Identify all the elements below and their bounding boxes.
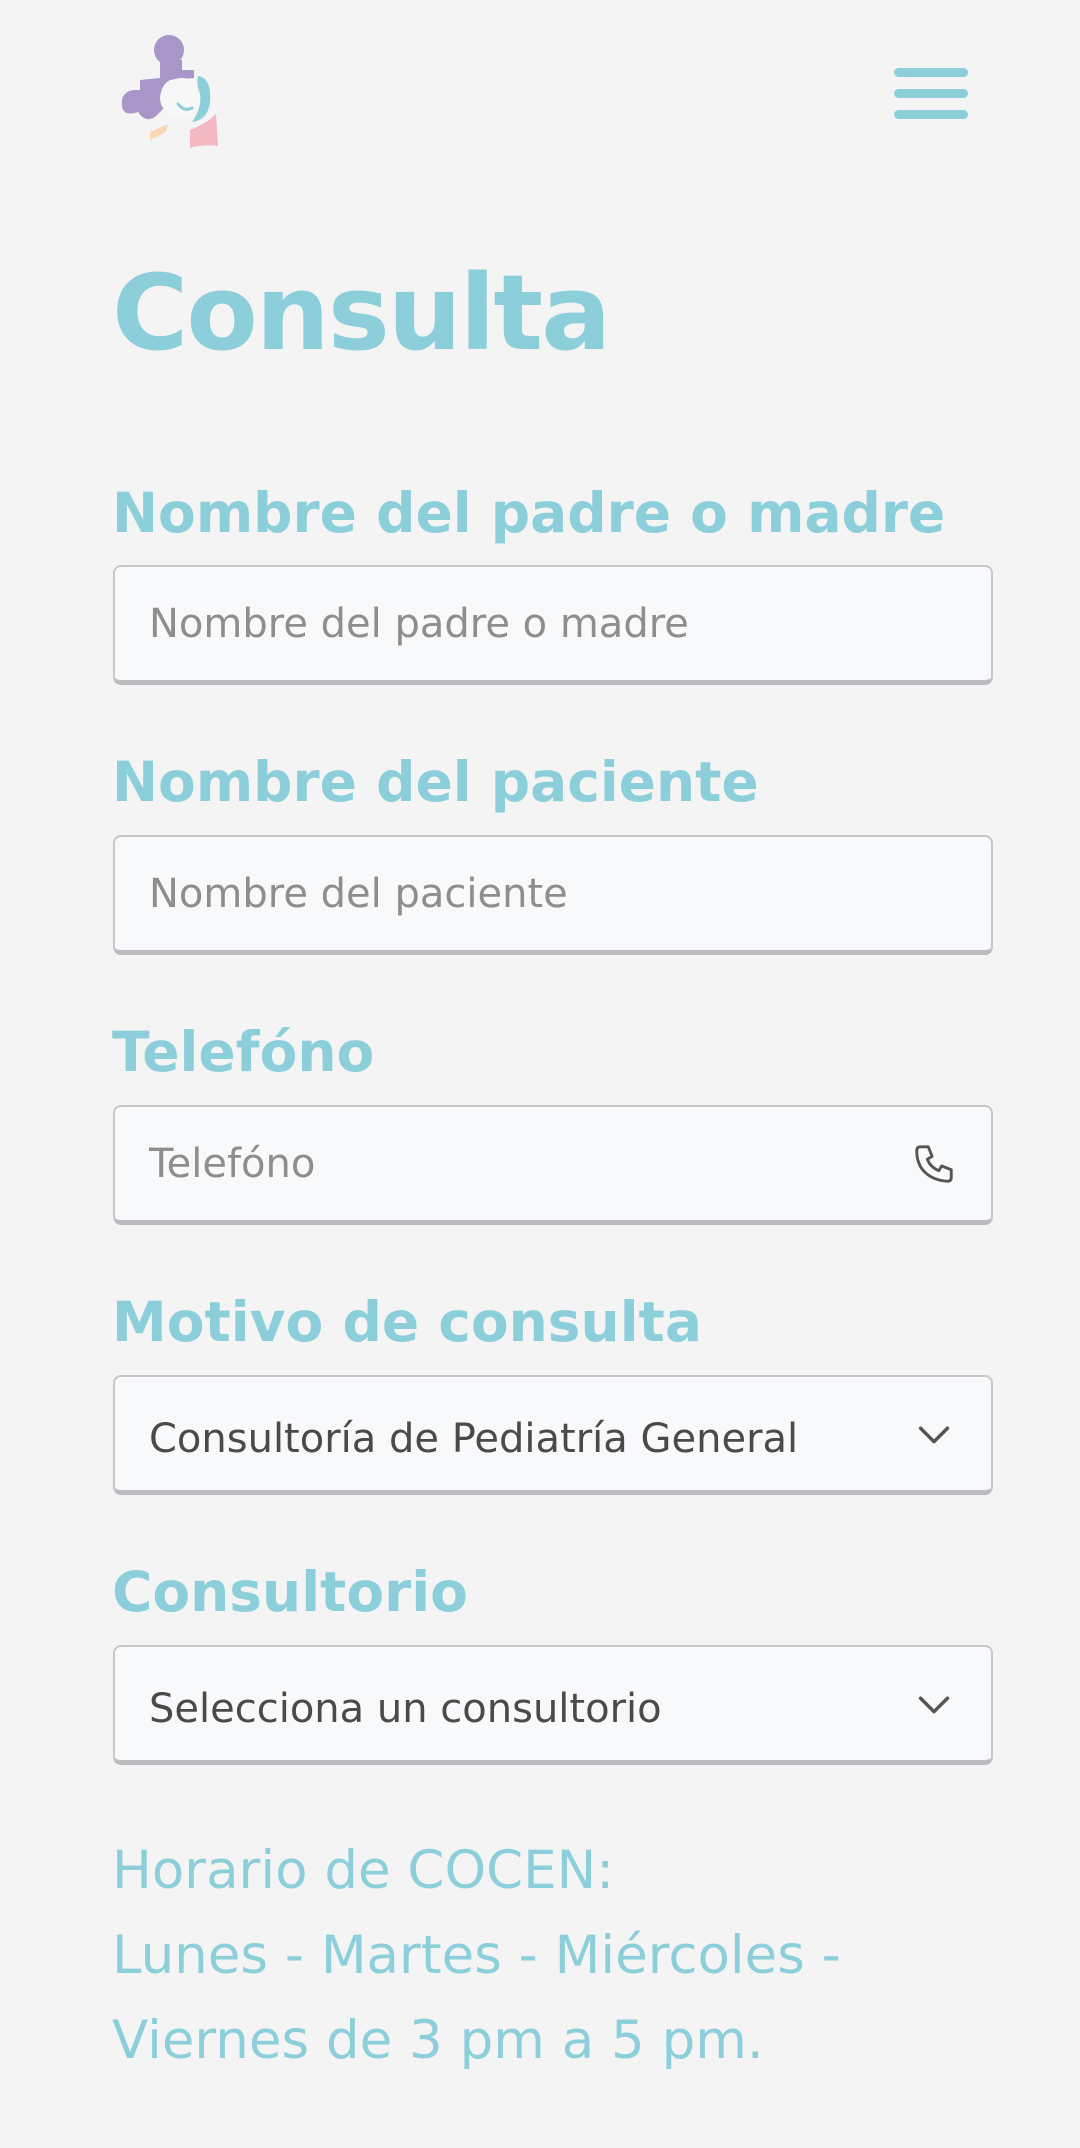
parent-name-label: Nombre del padre o madre: [112, 481, 946, 545]
parent-name-input[interactable]: [149, 567, 909, 680]
menu-bar: [894, 110, 968, 119]
schedule-title: Horario de COCEN:: [112, 1840, 615, 1901]
office-label: Consultorio: [112, 1560, 468, 1624]
chevron-down-icon: [918, 1696, 950, 1714]
reason-selected-value: Consultoría de Pediatría General: [149, 1416, 799, 1462]
chevron-down-icon: [918, 1426, 950, 1444]
logo-icon[interactable]: [116, 28, 226, 152]
header: [0, 0, 1080, 170]
schedule-days: Lunes - Martes - Miércoles -: [112, 1925, 841, 1986]
menu-bar: [894, 68, 968, 77]
phone-input[interactable]: [149, 1107, 909, 1220]
reason-label: Motivo de consulta: [112, 1290, 702, 1354]
office-select[interactable]: Selecciona un consultorio: [113, 1645, 993, 1765]
reason-select[interactable]: Consultoría de Pediatría General: [113, 1375, 993, 1495]
patient-name-field[interactable]: [113, 835, 993, 955]
phone-label: Telefóno: [112, 1020, 375, 1084]
schedule-info: Horario de COCEN: Lunes - Martes - Miérc…: [112, 1828, 841, 2083]
phone-icon: [915, 1145, 953, 1183]
schedule-hours: Viernes de 3 pm a 5 pm.: [112, 2010, 764, 2071]
page-title: Consulta: [112, 252, 611, 374]
menu-bar: [894, 89, 968, 98]
menu-button[interactable]: [888, 62, 972, 138]
office-selected-value: Selecciona un consultorio: [149, 1686, 662, 1732]
phone-field[interactable]: [113, 1105, 993, 1225]
patient-name-input[interactable]: [149, 837, 909, 950]
parent-name-field[interactable]: [113, 565, 993, 685]
patient-name-label: Nombre del paciente: [112, 750, 759, 814]
